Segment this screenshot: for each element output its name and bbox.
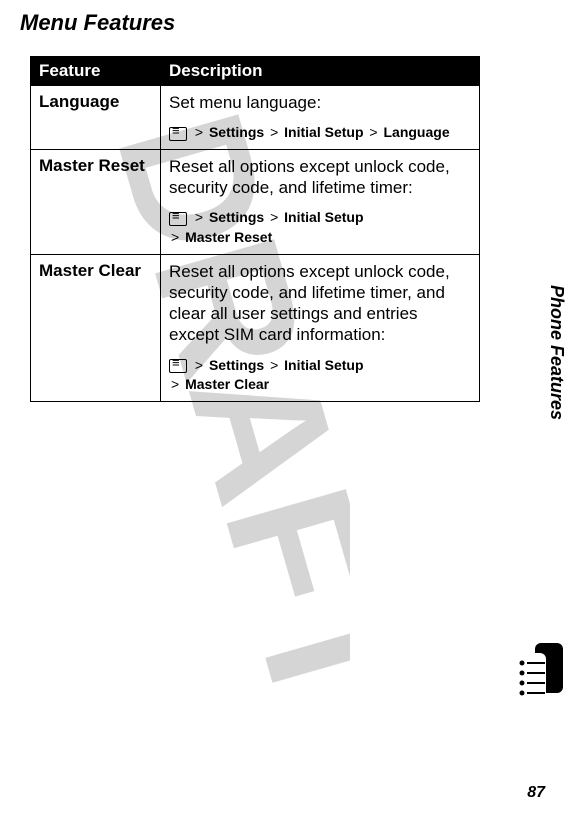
page-number: 87 bbox=[527, 784, 545, 802]
path-step: Initial Setup bbox=[284, 357, 363, 373]
gt-separator: > bbox=[171, 229, 179, 245]
table-row: Master Reset Reset all options except un… bbox=[31, 149, 480, 254]
gt-separator: > bbox=[369, 124, 377, 140]
path-step: Initial Setup bbox=[284, 209, 363, 225]
path-step: Master Reset bbox=[185, 229, 272, 245]
gt-separator: > bbox=[171, 376, 179, 392]
path-step: Settings bbox=[209, 357, 264, 373]
features-table: Feature Description Language Set menu la… bbox=[30, 56, 480, 402]
gt-separator: > bbox=[195, 124, 203, 140]
menu-icon bbox=[169, 212, 187, 226]
table-row: Master Clear Reset all options except un… bbox=[31, 254, 480, 401]
gt-separator: > bbox=[270, 357, 278, 373]
header-description: Description bbox=[161, 57, 480, 86]
description-text: Set menu language: bbox=[169, 92, 471, 113]
feature-description: Reset all options except unlock code, se… bbox=[161, 149, 480, 254]
menu-icon bbox=[169, 127, 187, 141]
table-row: Language Set menu language: > Settings >… bbox=[31, 86, 480, 150]
nav-path: > Settings > Initial Setup > Language bbox=[169, 123, 471, 143]
nav-path: > Master Reset bbox=[169, 228, 471, 248]
nav-path: > Settings > Initial Setup bbox=[169, 356, 471, 376]
feature-name: Master Clear bbox=[31, 254, 161, 401]
gt-separator: > bbox=[195, 357, 203, 373]
path-step: Settings bbox=[209, 209, 264, 225]
nav-path: > Settings > Initial Setup bbox=[169, 208, 471, 228]
gt-separator: > bbox=[270, 209, 278, 225]
path-step: Settings bbox=[209, 124, 264, 140]
description-text: Reset all options except unlock code, se… bbox=[169, 261, 471, 346]
path-step: Master Clear bbox=[185, 376, 269, 392]
path-step: Initial Setup bbox=[284, 124, 363, 140]
gt-separator: > bbox=[195, 209, 203, 225]
gt-separator: > bbox=[270, 124, 278, 140]
header-feature: Feature bbox=[31, 57, 161, 86]
description-text: Reset all options except unlock code, se… bbox=[169, 156, 471, 199]
section-title: Menu Features bbox=[20, 10, 541, 36]
path-step: Language bbox=[383, 124, 449, 140]
nav-path: > Master Clear bbox=[169, 375, 471, 395]
feature-name: Language bbox=[31, 86, 161, 150]
feature-description: Set menu language: > Settings > Initial … bbox=[161, 86, 480, 150]
feature-name: Master Reset bbox=[31, 149, 161, 254]
feature-description: Reset all options except unlock code, se… bbox=[161, 254, 480, 401]
phone-icon bbox=[513, 643, 563, 718]
menu-icon bbox=[169, 359, 187, 373]
